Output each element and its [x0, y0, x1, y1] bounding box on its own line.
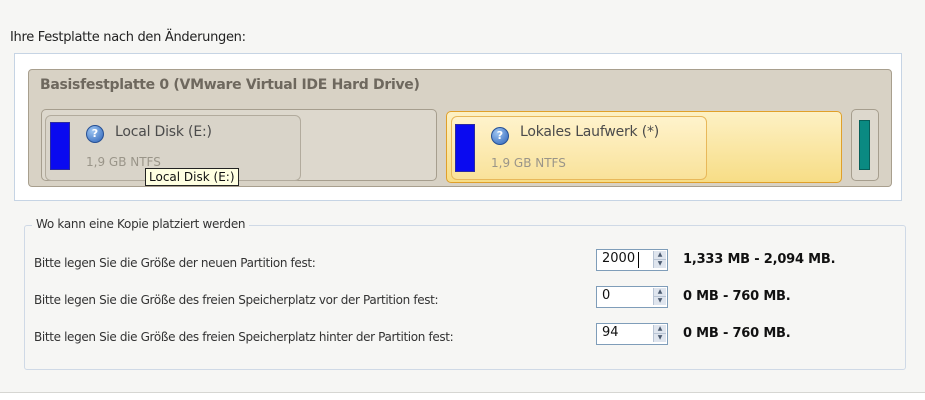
arrow-down-icon[interactable]: ▼ — [654, 259, 666, 268]
help-icon[interactable]: ? — [491, 127, 509, 145]
partition-lokales-laufwerk[interactable] — [446, 111, 842, 183]
partition-label: Lokales Laufwerk (*) — [520, 124, 660, 140]
text-caret — [638, 252, 639, 268]
partition-tooltip: Local Disk (E:) — [145, 168, 239, 186]
new-partition-size-label: Bitte legen Sie die Größe der neuen Part… — [34, 256, 316, 270]
free-space-before-stepper[interactable]: 0 ▲ ▼ — [596, 286, 668, 308]
stepper-arrows[interactable]: ▲ ▼ — [653, 251, 666, 268]
arrow-up-icon[interactable]: ▲ — [654, 251, 666, 259]
free-space-before-label: Bitte legen Sie die Größe des freien Spe… — [34, 293, 439, 307]
wizard-panel: Ihre Festplatte nach den Änderungen: Bas… — [0, 0, 925, 393]
arrow-up-icon[interactable]: ▲ — [654, 288, 666, 296]
arrow-up-icon[interactable]: ▲ — [654, 325, 666, 333]
partition-local-disk-e[interactable] — [41, 109, 437, 181]
stepper-value: 0 — [602, 288, 611, 303]
stepper-arrows[interactable]: ▲ ▼ — [653, 288, 666, 305]
partition-color-bar — [859, 120, 870, 170]
free-space-after-label: Bitte legen Sie die Größe des freien Spe… — [34, 330, 454, 344]
free-space-before-range: 0 MB - 760 MB. — [683, 289, 791, 304]
free-space-after-range: 0 MB - 760 MB. — [683, 326, 791, 341]
new-partition-size-range: 1,333 MB - 2,094 MB. — [683, 252, 836, 267]
partition-label: Local Disk (E:) — [115, 124, 212, 140]
partition-size: 1,9 GB NTFS — [491, 156, 566, 170]
free-space-after-stepper[interactable]: 94 ▲ ▼ — [596, 323, 668, 345]
stepper-value: 2000 — [602, 251, 636, 266]
partition-color-bar — [50, 122, 70, 170]
section-heading: Ihre Festplatte nach den Änderungen: — [10, 30, 246, 45]
placement-group-title: Wo kann eine Kopie platziert werden — [32, 217, 250, 231]
arrow-down-icon[interactable]: ▼ — [654, 333, 666, 342]
disk-title: Basisfestplatte 0 (VMware Virtual IDE Ha… — [40, 77, 420, 93]
arrow-down-icon[interactable]: ▼ — [654, 296, 666, 305]
partition-size: 1,9 GB NTFS — [86, 155, 161, 169]
stepper-value: 94 — [602, 325, 619, 340]
partition-color-bar — [455, 124, 475, 172]
help-icon[interactable]: ? — [86, 125, 104, 143]
new-partition-size-stepper[interactable]: 2000 ▲ ▼ — [596, 249, 668, 271]
stepper-arrows[interactable]: ▲ ▼ — [653, 325, 666, 342]
